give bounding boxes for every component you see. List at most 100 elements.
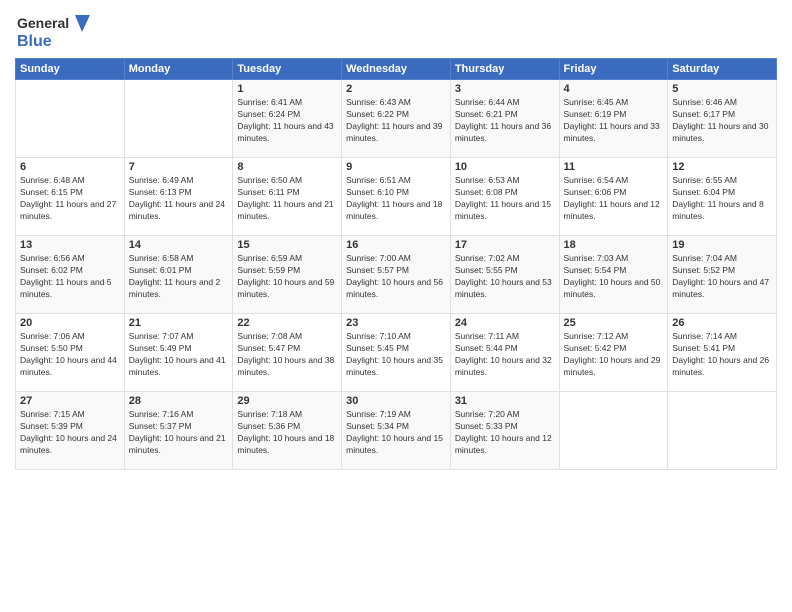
weekday-header-tuesday: Tuesday [233, 59, 342, 80]
logo: General Blue [15, 10, 95, 50]
day-info: Sunrise: 7:03 AM Sunset: 5:54 PM Dayligh… [564, 253, 664, 301]
calendar-cell: 3 Sunrise: 6:44 AM Sunset: 6:21 PM Daylig… [450, 80, 559, 158]
calendar-cell: 7 Sunrise: 6:49 AM Sunset: 6:13 PM Daylig… [124, 158, 233, 236]
day-number: 8 [237, 161, 337, 173]
day-info: Sunrise: 6:43 AM Sunset: 6:22 PM Dayligh… [346, 97, 446, 145]
calendar-cell [668, 392, 777, 470]
header: General Blue [15, 10, 777, 50]
calendar-cell: 21 Sunrise: 7:07 AM Sunset: 5:49 PM Dayli… [124, 314, 233, 392]
calendar-cell: 4 Sunrise: 6:45 AM Sunset: 6:19 PM Daylig… [559, 80, 668, 158]
weekday-header-saturday: Saturday [668, 59, 777, 80]
day-number: 4 [564, 83, 664, 95]
weekday-header-monday: Monday [124, 59, 233, 80]
calendar-cell: 26Sunrise: 7:14 AM Sunset: 5:41 PM Dayli… [668, 314, 777, 392]
day-info: Sunrise: 6:51 AM Sunset: 6:10 PM Dayligh… [346, 175, 446, 223]
day-number: 18 [564, 239, 664, 251]
calendar-cell: 6 Sunrise: 6:48 AM Sunset: 6:15 PM Daylig… [16, 158, 125, 236]
svg-text:General: General [17, 15, 69, 31]
day-info: Sunrise: 7:11 AM Sunset: 5:44 PM Dayligh… [455, 331, 555, 379]
calendar-cell: 18 Sunrise: 7:03 AM Sunset: 5:54 PM Dayli… [559, 236, 668, 314]
calendar-cell: 27 Sunrise: 7:15 AM Sunset: 5:39 PM Dayli… [16, 392, 125, 470]
day-info: Sunrise: 7:08 AM Sunset: 5:47 PM Dayligh… [237, 331, 337, 379]
day-info: Sunrise: 6:56 AM Sunset: 6:02 PM Dayligh… [20, 253, 120, 301]
day-number: 7 [129, 161, 229, 173]
day-number: 23 [346, 317, 446, 329]
day-info: Sunrise: 6:41 AM Sunset: 6:24 PM Dayligh… [237, 97, 337, 145]
day-number: 17 [455, 239, 555, 251]
day-number: 13 [20, 239, 120, 251]
calendar-cell: 16 Sunrise: 7:00 AM Sunset: 5:57 PM Dayli… [342, 236, 451, 314]
svg-text:Blue: Blue [17, 33, 52, 50]
calendar-cell: 13 Sunrise: 6:56 AM Sunset: 6:02 PM Dayli… [16, 236, 125, 314]
day-number: 16 [346, 239, 446, 251]
day-info: Sunrise: 6:44 AM Sunset: 6:21 PM Dayligh… [455, 97, 555, 145]
calendar-cell [559, 392, 668, 470]
calendar-cell: 8 Sunrise: 6:50 AM Sunset: 6:11 PM Daylig… [233, 158, 342, 236]
day-number: 24 [455, 317, 555, 329]
calendar-table: SundayMondayTuesdayWednesdayThursdayFrid… [15, 58, 777, 470]
day-number: 10 [455, 161, 555, 173]
calendar-cell: 17 Sunrise: 7:02 AM Sunset: 5:55 PM Dayli… [450, 236, 559, 314]
calendar-cell: 11Sunrise: 6:54 AM Sunset: 6:06 PM Dayli… [559, 158, 668, 236]
day-info: Sunrise: 7:14 AM Sunset: 5:41 PM Dayligh… [672, 331, 772, 379]
day-info: Sunrise: 7:12 AM Sunset: 5:42 PM Dayligh… [564, 331, 664, 379]
day-info: Sunrise: 7:07 AM Sunset: 5:49 PM Dayligh… [129, 331, 229, 379]
calendar-cell: 10 Sunrise: 6:53 AM Sunset: 6:08 PM Dayli… [450, 158, 559, 236]
day-number: 6 [20, 161, 120, 173]
calendar-cell: 28Sunrise: 7:16 AM Sunset: 5:37 PM Dayli… [124, 392, 233, 470]
calendar-cell: 29Sunrise: 7:18 AM Sunset: 5:36 PM Dayli… [233, 392, 342, 470]
day-number: 3 [455, 83, 555, 95]
day-info: Sunrise: 6:48 AM Sunset: 6:15 PM Dayligh… [20, 175, 120, 223]
calendar-cell: 30 Sunrise: 7:19 AM Sunset: 5:34 PM Dayli… [342, 392, 451, 470]
calendar-cell: 23 Sunrise: 7:10 AM Sunset: 5:45 PM Dayli… [342, 314, 451, 392]
day-number: 15 [237, 239, 337, 251]
calendar-cell [16, 80, 125, 158]
calendar-cell: 1 Sunrise: 6:41 AM Sunset: 6:24 PM Daylig… [233, 80, 342, 158]
day-number: 30 [346, 395, 446, 407]
day-number: 31 [455, 395, 555, 407]
day-info: Sunrise: 6:46 AM Sunset: 6:17 PM Dayligh… [672, 97, 772, 145]
day-info: Sunrise: 7:04 AM Sunset: 5:52 PM Dayligh… [672, 253, 772, 301]
day-number: 22 [237, 317, 337, 329]
calendar-cell: 5Sunrise: 6:46 AM Sunset: 6:17 PM Daylig… [668, 80, 777, 158]
day-info: Sunrise: 6:53 AM Sunset: 6:08 PM Dayligh… [455, 175, 555, 223]
calendar-cell: 22 Sunrise: 7:08 AM Sunset: 5:47 PM Dayli… [233, 314, 342, 392]
day-info: Sunrise: 6:45 AM Sunset: 6:19 PM Dayligh… [564, 97, 664, 145]
day-number: 25 [564, 317, 664, 329]
day-info: Sunrise: 7:00 AM Sunset: 5:57 PM Dayligh… [346, 253, 446, 301]
day-number: 11 [564, 161, 664, 173]
day-info: Sunrise: 7:10 AM Sunset: 5:45 PM Dayligh… [346, 331, 446, 379]
day-number: 19 [672, 239, 772, 251]
weekday-header-friday: Friday [559, 59, 668, 80]
day-number: 1 [237, 83, 337, 95]
logo-icon: General Blue [15, 10, 95, 50]
day-number: 9 [346, 161, 446, 173]
day-info: Sunrise: 6:50 AM Sunset: 6:11 PM Dayligh… [237, 175, 337, 223]
day-number: 21 [129, 317, 229, 329]
calendar-cell: 31 Sunrise: 7:20 AM Sunset: 5:33 PM Dayli… [450, 392, 559, 470]
day-info: Sunrise: 6:49 AM Sunset: 6:13 PM Dayligh… [129, 175, 229, 223]
day-number: 20 [20, 317, 120, 329]
calendar-cell: 9 Sunrise: 6:51 AM Sunset: 6:10 PM Daylig… [342, 158, 451, 236]
day-info: Sunrise: 7:19 AM Sunset: 5:34 PM Dayligh… [346, 409, 446, 457]
day-info: Sunrise: 6:59 AM Sunset: 5:59 PM Dayligh… [237, 253, 337, 301]
day-info: Sunrise: 6:58 AM Sunset: 6:01 PM Dayligh… [129, 253, 229, 301]
calendar-cell: 20Sunrise: 7:06 AM Sunset: 5:50 PM Dayli… [16, 314, 125, 392]
day-number: 27 [20, 395, 120, 407]
weekday-header-sunday: Sunday [16, 59, 125, 80]
calendar-cell [124, 80, 233, 158]
day-number: 29 [237, 395, 337, 407]
day-number: 2 [346, 83, 446, 95]
day-info: Sunrise: 7:20 AM Sunset: 5:33 PM Dayligh… [455, 409, 555, 457]
calendar-cell: 15 Sunrise: 6:59 AM Sunset: 5:59 PM Dayli… [233, 236, 342, 314]
calendar-cell: 2 Sunrise: 6:43 AM Sunset: 6:22 PM Daylig… [342, 80, 451, 158]
day-number: 12 [672, 161, 772, 173]
day-number: 28 [129, 395, 229, 407]
day-info: Sunrise: 6:55 AM Sunset: 6:04 PM Dayligh… [672, 175, 772, 223]
day-info: Sunrise: 7:02 AM Sunset: 5:55 PM Dayligh… [455, 253, 555, 301]
weekday-header-wednesday: Wednesday [342, 59, 451, 80]
calendar-cell: 12 Sunrise: 6:55 AM Sunset: 6:04 PM Dayli… [668, 158, 777, 236]
day-info: Sunrise: 7:15 AM Sunset: 5:39 PM Dayligh… [20, 409, 120, 457]
day-number: 14 [129, 239, 229, 251]
calendar-cell: 19 Sunrise: 7:04 AM Sunset: 5:52 PM Dayli… [668, 236, 777, 314]
